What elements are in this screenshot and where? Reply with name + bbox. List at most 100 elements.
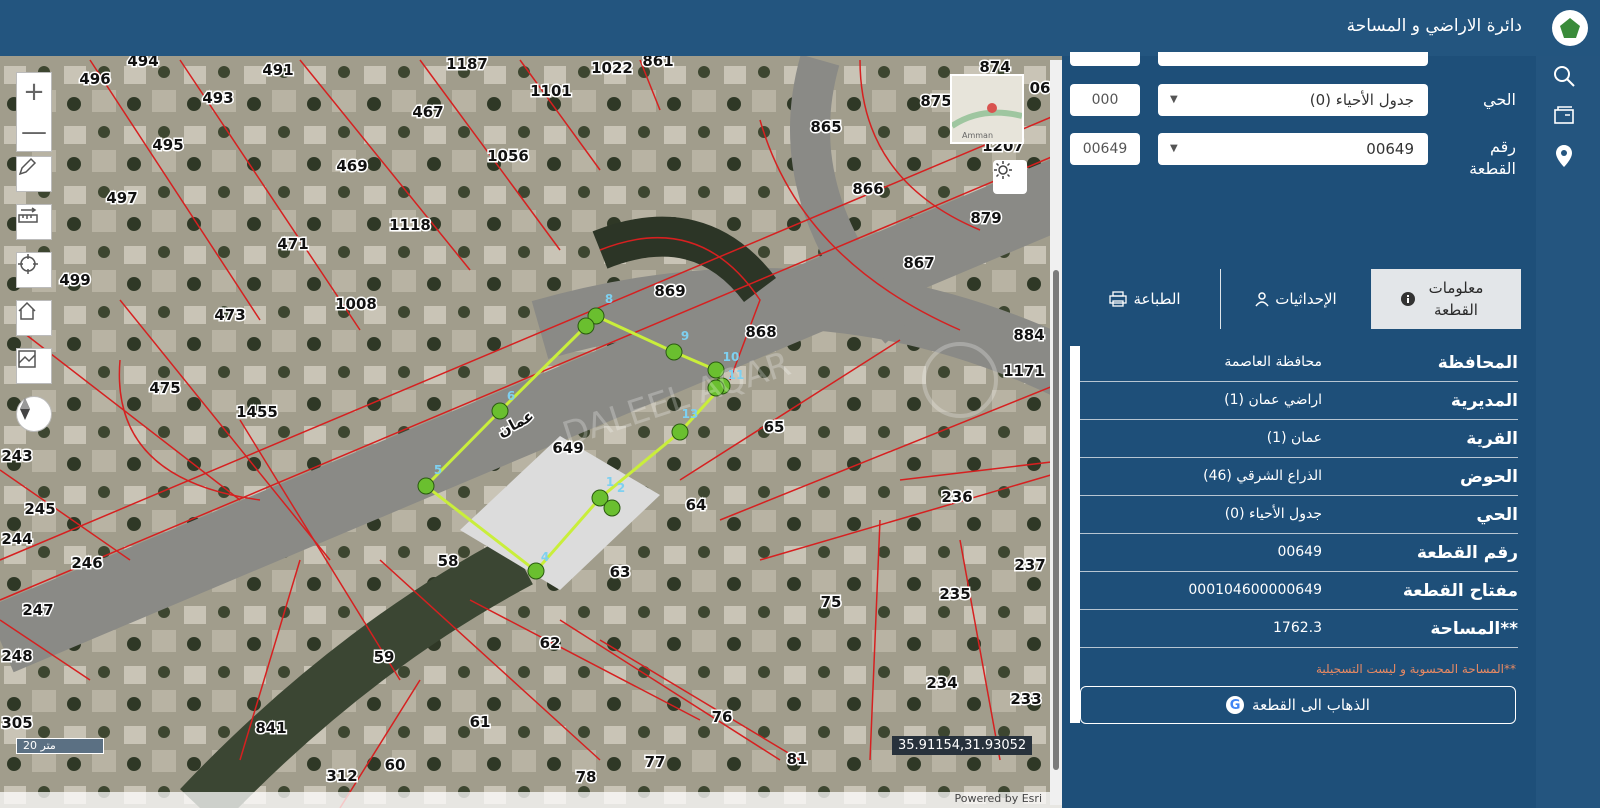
info-row-village: القرية عمان (1): [1080, 419, 1518, 458]
parcel-number-label: 868: [745, 323, 776, 341]
parcel-number-label: 1118: [389, 216, 431, 234]
parcel-number-label: 879: [970, 209, 1001, 227]
parcel-number-label: 491: [262, 61, 293, 79]
parcel-number-label: 06: [1030, 79, 1051, 97]
info-label: مفتاح القطعة: [1402, 581, 1518, 601]
parcel-number-label: رقم القطعة: [1469, 137, 1516, 178]
lighting-button[interactable]: [993, 160, 1027, 194]
ruler-icon: [18, 207, 38, 223]
person-pin-icon: [1255, 292, 1269, 307]
partial-field-top[interactable]: [1070, 52, 1140, 66]
go-to-parcel-label: الذهاب الى القطعة: [1252, 696, 1370, 714]
app-header: دائرة الاراضي و المساحة: [0, 0, 1600, 56]
info-label: **المساحة: [1430, 619, 1518, 639]
info-value: جدول الأحياء (0): [1224, 506, 1322, 522]
neighborhood-label: الحي: [1483, 90, 1516, 109]
compass-button[interactable]: [16, 396, 52, 432]
parcel-number-label: 81: [787, 750, 808, 768]
info-label: المحافظة: [1437, 353, 1518, 373]
parcel-number-label: 233: [1010, 690, 1041, 708]
parcel-search-panel: الحي جدول الأحياء (0) ▼ 000 رقم القطعة 0…: [1062, 52, 1536, 808]
minimap-label: Amman: [962, 131, 993, 140]
parcel-number-label: 78: [576, 768, 597, 786]
search-icon: [1554, 66, 1575, 87]
locate-button[interactable]: [16, 252, 52, 288]
parcel-number-label: 245: [24, 500, 55, 518]
esri-attribution[interactable]: Powered by Esri: [954, 792, 1042, 805]
parcel-number-label: 1171: [1003, 362, 1045, 380]
parcel-number-label: 866: [852, 180, 883, 198]
parcel-number-label: 237: [1014, 556, 1045, 574]
sun-icon: [994, 161, 1012, 179]
neighborhood-select-value: جدول الأحياء (0): [1309, 91, 1414, 109]
parcel-number-label: 1101: [530, 82, 572, 100]
parcel-number-label: 75: [821, 593, 842, 611]
layers-rail-button[interactable]: [1550, 102, 1578, 130]
map-view[interactable]: DALEEL AQAR 649 عمان 494 496 491 493 1187 102…: [0, 56, 1068, 808]
crosshair-icon: [18, 254, 38, 274]
tab-print-label: الطباعة: [1133, 290, 1181, 308]
info-scrollbar[interactable]: [1070, 346, 1080, 723]
info-row-directorate: المديرية اراضي عمان (1): [1080, 381, 1518, 420]
parcel-number-label: 495: [152, 136, 183, 154]
parcel-number-label: 884: [1013, 326, 1044, 344]
parcel-number-label: 59: [374, 648, 395, 666]
go-to-parcel-button[interactable]: الذهاب الى القطعة G: [1080, 686, 1516, 724]
printer-icon: [1109, 291, 1128, 307]
info-label: القرية: [1466, 429, 1518, 449]
zoom-out-button[interactable]: —: [17, 113, 51, 151]
info-value: اراضي عمان (1): [1224, 392, 1322, 408]
overview-minimap[interactable]: Amman: [950, 74, 1024, 144]
info-label: الحوض: [1460, 467, 1518, 487]
neighborhood-code-input[interactable]: 000: [1070, 84, 1140, 116]
parcel-number-label: 1022: [591, 59, 633, 77]
info-value: الذراع الشرقي (46): [1203, 468, 1322, 484]
parcel-number-label: 1008: [335, 295, 377, 313]
tab-parcel-info[interactable]: معلومات القطعة: [1371, 269, 1521, 329]
icon-rail: [1536, 56, 1600, 808]
panel-tabs: معلومات القطعة الإحداثيات الطباعة: [1070, 269, 1521, 329]
parcel-number-label: 312: [326, 767, 357, 785]
dls-logo: [1552, 10, 1588, 46]
parcel-number-label: 64: [686, 496, 707, 514]
panel-scrollbar[interactable]: [1050, 60, 1062, 805]
parcel-number-label: 246: [71, 554, 102, 572]
google-icon: G: [1226, 696, 1245, 714]
scrollbar-thumb[interactable]: [1053, 270, 1059, 770]
neighborhood-select[interactable]: جدول الأحياء (0) ▼: [1158, 84, 1428, 116]
location-pin-icon: [1556, 145, 1572, 167]
partial-select-top[interactable]: [1158, 52, 1428, 66]
parcel-number-label: 869: [654, 282, 685, 300]
search-rail-button[interactable]: [1550, 62, 1578, 90]
parcel-number-label: 243: [1, 447, 32, 465]
parcel-number-select[interactable]: 00649 ▼: [1158, 133, 1428, 165]
parcel-number-label: 865: [810, 118, 841, 136]
vertex-number-label: 9: [681, 329, 689, 343]
parcel-number-label: 58: [438, 552, 459, 570]
location-rail-button[interactable]: [1550, 142, 1578, 170]
vertex-number-label: 5: [434, 463, 442, 477]
parcel-number-label: 61: [470, 713, 491, 731]
tab-coordinates[interactable]: الإحداثيات: [1220, 269, 1372, 329]
parcel-number-label: 496: [79, 70, 110, 88]
info-icon: [1401, 292, 1415, 306]
info-label: الحي: [1476, 505, 1518, 525]
home-button[interactable]: [16, 300, 52, 336]
tab-print[interactable]: الطباعة: [1070, 269, 1220, 329]
zoom-in-button[interactable]: +: [17, 73, 51, 111]
basemap-button[interactable]: [16, 348, 52, 384]
parcel-number-label: 471: [277, 235, 308, 253]
vertex-number-label: 10: [723, 350, 740, 364]
parcel-number-label: 65: [764, 418, 785, 436]
parcel-code-input[interactable]: 00649: [1070, 133, 1140, 165]
parcel-number-label: 305: [1, 714, 32, 732]
tab-parcel-info-label: معلومات القطعة: [1428, 279, 1484, 319]
measure-tool-button[interactable]: [16, 204, 52, 240]
draw-tool-button[interactable]: [16, 156, 52, 192]
compass-icon: [20, 398, 30, 420]
info-row-parcel-number: رقم القطعة 00649: [1080, 533, 1518, 572]
map-canvas[interactable]: DALEEL AQAR 649 عمان 494496 4914931187 102…: [0, 56, 1068, 808]
vertex-number-label: 1: [606, 475, 614, 489]
info-label: المديرية: [1450, 391, 1518, 411]
parcel-number-label: 248: [1, 647, 32, 665]
